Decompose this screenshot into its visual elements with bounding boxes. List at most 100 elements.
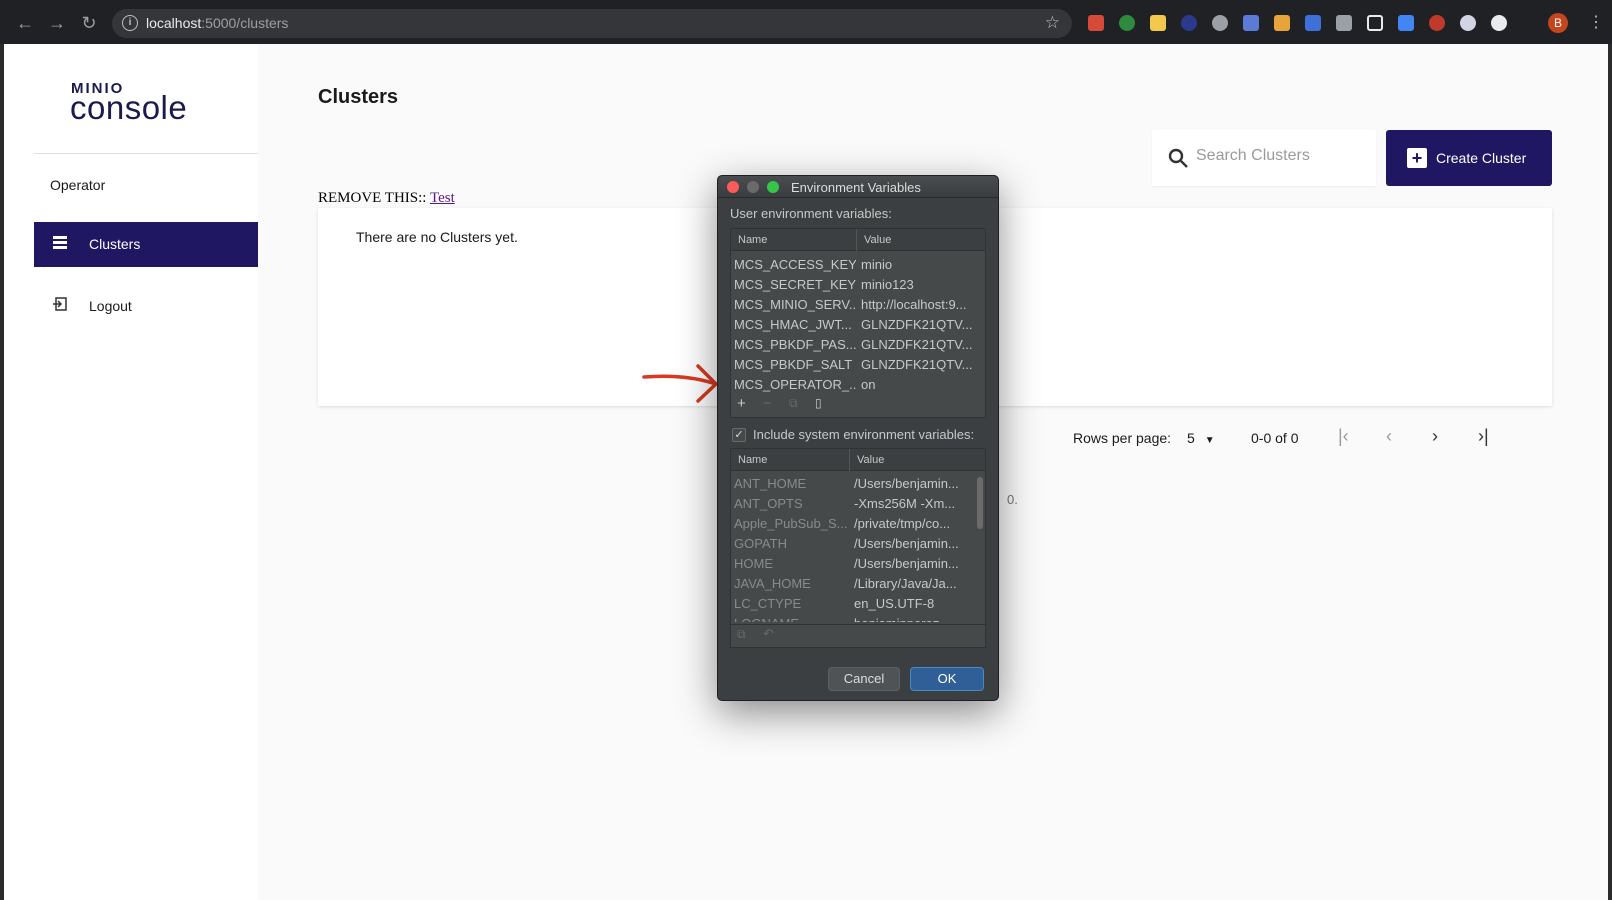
partially-hidden-text: 0. bbox=[1007, 492, 1018, 507]
profile-avatar[interactable]: B bbox=[1548, 13, 1568, 33]
table-row[interactable]: MCS_MINIO_SERV... http://localhost:9... bbox=[731, 295, 985, 315]
table-row[interactable]: MCS_PBKDF_SALT GLNZDFK21QTV... bbox=[731, 355, 985, 375]
extension-icon[interactable] bbox=[1119, 15, 1135, 31]
var-name: MCS_OPERATOR_... bbox=[734, 377, 856, 392]
prev-page-icon[interactable]: ‹ bbox=[1386, 426, 1392, 447]
extension-icon[interactable] bbox=[1398, 15, 1414, 31]
table-row[interactable]: HOME/Users/benjamin... bbox=[731, 554, 975, 574]
table-row[interactable]: LC_CTYPE en_US.UTF-8 bbox=[731, 594, 975, 614]
var-name: MCS_ACCESS_KEY bbox=[734, 257, 856, 272]
sidebar-item-clusters[interactable]: Clusters bbox=[34, 222, 258, 267]
table-row[interactable]: JAVA_HOME/Library/Java/Ja... bbox=[731, 574, 975, 594]
table-row[interactable]: MCS_SECRET_KEY minio123 bbox=[731, 275, 985, 295]
undo-icon[interactable]: ↶ bbox=[763, 626, 774, 642]
last-page-icon[interactable]: ›| bbox=[1478, 426, 1489, 447]
extension-icon[interactable] bbox=[1491, 15, 1507, 31]
rows-per-page-select[interactable]: 5 ▼ bbox=[1187, 430, 1215, 446]
copy-icon[interactable]: ⧉ bbox=[737, 627, 746, 642]
minimize-window-button[interactable] bbox=[747, 181, 759, 193]
var-value: benjaminperez bbox=[854, 614, 972, 622]
empty-state-text: There are no Clusters yet. bbox=[356, 229, 518, 245]
test-link[interactable]: Test bbox=[430, 190, 455, 206]
first-page-icon[interactable]: |‹ bbox=[1338, 426, 1349, 447]
sidebar-item-label: Clusters bbox=[89, 236, 141, 252]
include-system-checkbox[interactable]: ✓ bbox=[732, 428, 746, 442]
column-header-name[interactable]: Name bbox=[731, 229, 856, 251]
var-value: en_US.UTF-8 bbox=[854, 596, 935, 611]
var-value: GLNZDFK21QTV... bbox=[861, 357, 973, 372]
column-header-name[interactable]: Name bbox=[731, 449, 849, 471]
add-icon[interactable]: + bbox=[737, 395, 746, 412]
annotation-arrow bbox=[642, 364, 718, 403]
column-header-value[interactable]: Value bbox=[850, 449, 975, 471]
user-vars-table: Name Value MCS_ACCESS_KEY minio MCS_SECRE… bbox=[730, 228, 986, 418]
var-name: LC_CTYPE bbox=[734, 596, 802, 611]
reload-icon[interactable]: ↻ bbox=[78, 12, 100, 34]
var-name: Apple_PubSub_S... bbox=[734, 516, 848, 531]
logo-console: console bbox=[70, 89, 188, 126]
ok-button[interactable]: OK bbox=[910, 667, 984, 691]
var-name: MCS_PBKDF_SALT bbox=[734, 357, 853, 372]
extension-icon[interactable] bbox=[1274, 15, 1290, 31]
var-value: minio123 bbox=[861, 277, 914, 292]
var-value: /private/tmp/co... bbox=[854, 516, 951, 531]
table-row[interactable]: MCS_OPERATOR_... on bbox=[731, 375, 985, 395]
extension-icon[interactable] bbox=[1460, 15, 1476, 31]
rows-per-page-label: Rows per page: bbox=[1073, 430, 1172, 446]
next-page-icon[interactable]: › bbox=[1432, 426, 1438, 447]
table-row[interactable]: MCS_ACCESS_KEY minio bbox=[731, 255, 985, 275]
browser-menu-icon[interactable]: ⋮ bbox=[1588, 12, 1604, 32]
plus-icon: + bbox=[1407, 148, 1427, 168]
sidebar-item-label: Operator bbox=[50, 177, 106, 193]
table-row[interactable]: MCS_HMAC_JWT... GLNZDFK21QTV... bbox=[731, 315, 985, 335]
create-cluster-button[interactable]: + Create Cluster bbox=[1386, 130, 1552, 186]
adblock-icon[interactable] bbox=[1429, 15, 1445, 31]
extension-icon[interactable] bbox=[1088, 15, 1104, 31]
extension-icon[interactable] bbox=[1150, 15, 1166, 31]
zoom-window-button[interactable] bbox=[767, 181, 779, 193]
forward-icon[interactable]: → bbox=[46, 12, 68, 34]
table-row[interactable]: Apple_PubSub_S... /private/tmp/co... bbox=[731, 514, 975, 534]
gear-extension-icon[interactable] bbox=[1212, 15, 1228, 31]
bookmark-star-icon[interactable]: ☆ bbox=[1045, 13, 1060, 33]
table-row[interactable]: MCS_PBKDF_PAS... GLNZDFK21QTV... bbox=[731, 335, 985, 355]
include-system-label[interactable]: Include system environment variables: bbox=[753, 427, 974, 442]
search-box[interactable] bbox=[1152, 130, 1376, 186]
table-row[interactable]: ANT_OPTS -Xms256M -Xm... bbox=[731, 494, 975, 514]
info-icon[interactable]: i bbox=[122, 15, 138, 31]
sidebar: MINIO console Operator Clusters Logout bbox=[4, 44, 258, 900]
address-bar[interactable]: i localhost:5000/clusters ☆ bbox=[112, 9, 1072, 38]
sidebar-item-label: Logout bbox=[89, 298, 132, 314]
search-input[interactable] bbox=[1196, 147, 1366, 165]
remove-this-line: REMOVE THIS:: Test bbox=[318, 190, 455, 207]
extension-icon[interactable] bbox=[1181, 15, 1197, 31]
table-row[interactable]: GOPATH/Users/benjamin... bbox=[731, 534, 975, 554]
var-value: /Users/benjamin... bbox=[854, 476, 959, 491]
pagination-range: 0-0 of 0 bbox=[1251, 430, 1299, 446]
paste-icon[interactable]: ▯ bbox=[815, 396, 822, 410]
camera-extension-icon[interactable] bbox=[1336, 15, 1352, 31]
sidebar-item-logout[interactable]: Logout bbox=[34, 284, 258, 329]
sidebar-item-operator[interactable]: Operator bbox=[34, 163, 258, 208]
var-name: MCS_HMAC_JWT... bbox=[734, 317, 852, 332]
extension-icon[interactable] bbox=[1305, 15, 1321, 31]
close-window-button[interactable] bbox=[727, 181, 739, 193]
scrollbar[interactable] bbox=[976, 473, 984, 623]
toolbar-divider bbox=[731, 624, 985, 625]
var-value: GLNZDFK21QTV... bbox=[861, 337, 973, 352]
scrollbar-thumb[interactable] bbox=[977, 477, 983, 529]
back-icon[interactable]: ← bbox=[14, 12, 36, 34]
copy-icon[interactable]: ⧉ bbox=[789, 396, 798, 411]
var-name: MCS_PBKDF_PAS... bbox=[734, 337, 856, 352]
table-row[interactable]: ANT_HOME/Users/benjamin... bbox=[731, 474, 975, 494]
column-header-value[interactable]: Value bbox=[857, 229, 985, 251]
url-text: localhost:5000/clusters bbox=[146, 15, 289, 31]
remove-icon[interactable]: − bbox=[763, 395, 772, 412]
var-value: minio bbox=[861, 257, 893, 272]
extension-icon[interactable] bbox=[1243, 15, 1259, 31]
crop-extension-icon[interactable] bbox=[1367, 15, 1383, 31]
var-value: on bbox=[861, 377, 876, 392]
table-row[interactable]: LOGNAMEbenjaminperez bbox=[731, 614, 975, 622]
var-name: GOPATH bbox=[734, 536, 787, 551]
cancel-button[interactable]: Cancel bbox=[828, 667, 900, 691]
